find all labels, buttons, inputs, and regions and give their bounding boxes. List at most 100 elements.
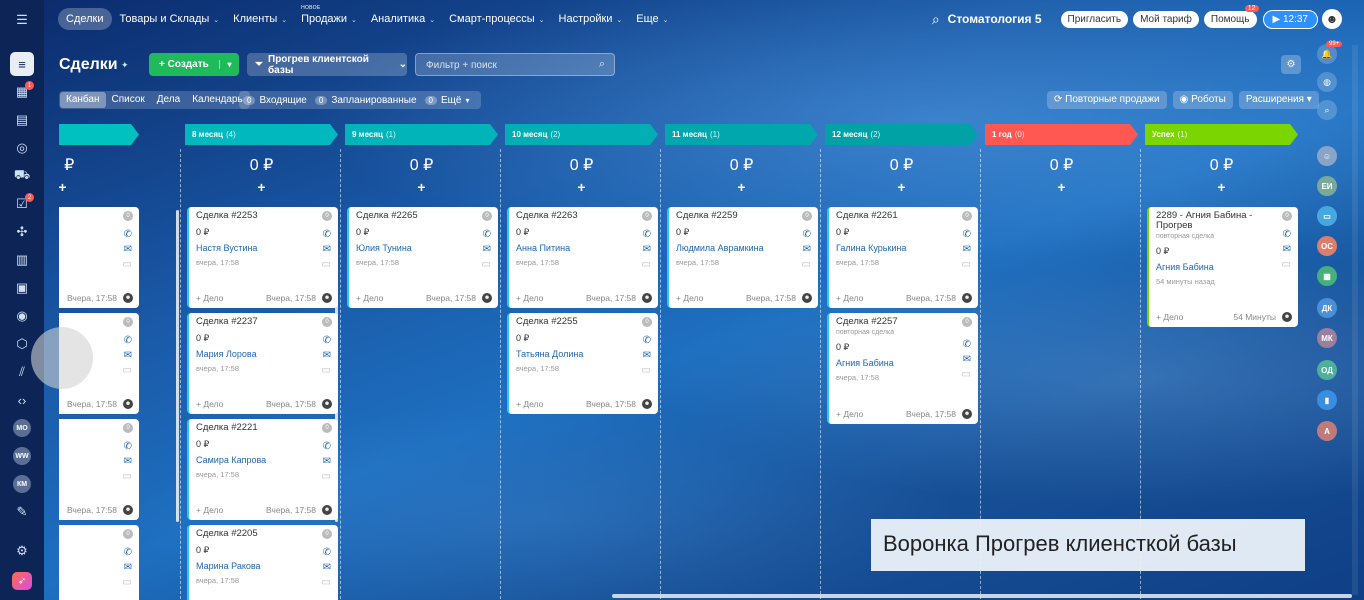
column-scrollbar[interactable]	[335, 210, 338, 522]
avatar[interactable]: ☺	[1317, 146, 1337, 166]
add-deal-button[interactable]: +	[59, 179, 139, 203]
counter-item[interactable]: 0 Ещё ▾	[424, 95, 469, 106]
chat-icon[interactable]: ▭	[322, 471, 331, 482]
column-scrollbar[interactable]	[176, 210, 179, 522]
deal-title[interactable]: Сделка #2259	[676, 211, 811, 221]
deal-card[interactable]: 0 2289 - Агния Бабина - Прогрев повторная …	[1147, 207, 1298, 327]
deal-title[interactable]: 2289 - Агния Бабина - Прогрев	[1156, 211, 1261, 231]
deal-card[interactable]: 0 Сделка #2221 0 ₽ Самира Капрова вчера, 17:…	[187, 419, 338, 520]
contact-link[interactable]: Типова	[59, 242, 132, 252]
deal-card[interactable]: 0 Сделка #2253 0 ₽ Настя Вустина вчера, 17:5…	[187, 207, 338, 308]
chat-icon[interactable]: ▭	[802, 259, 811, 270]
phone-icon[interactable]: ✆	[323, 229, 331, 240]
mail-icon[interactable]: ✉	[963, 244, 971, 255]
deal-card[interactable]: 0 Сделка #2265 0 ₽ Юлия Тунина вчера, 17:58 ✆…	[347, 207, 498, 308]
phone-icon[interactable]: ✆	[1283, 229, 1291, 240]
robot-icon[interactable]: ◉	[10, 304, 34, 328]
mail-icon[interactable]: ✉	[124, 244, 132, 255]
phone-icon[interactable]: ✆	[124, 547, 132, 558]
add-activity-link[interactable]: + Дело	[1156, 312, 1183, 322]
mail-icon[interactable]: ✉	[124, 456, 132, 467]
repeat-sales-button[interactable]: ⟳ Повторные продажи	[1047, 91, 1167, 109]
contact-link[interactable]: Анна Питина	[516, 243, 651, 253]
add-activity-link[interactable]: + Дело	[196, 505, 223, 515]
nav-item[interactable]: Сделки	[58, 8, 112, 30]
add-deal-button[interactable]: +	[1145, 179, 1298, 203]
add-deal-button[interactable]: +	[185, 179, 338, 203]
phone-icon[interactable]: ✆	[643, 335, 651, 346]
column-header[interactable]: 10 месяц (2)	[505, 124, 658, 145]
funnel-selector[interactable]: ⏷ Прогрев клиентской базы ⌄	[247, 53, 407, 76]
column-header[interactable]: (4)	[59, 124, 139, 145]
chevron-down-icon[interactable]: ▾	[219, 60, 239, 69]
avatar[interactable]: ДК	[1317, 298, 1337, 318]
add-activity-link[interactable]: + Дело	[836, 293, 863, 303]
chat-icon[interactable]: ▭	[642, 365, 651, 376]
avatar[interactable]: КМ	[13, 475, 31, 493]
chat-icon[interactable]: ▭	[642, 259, 651, 270]
robots-button[interactable]: ◉ Роботы	[1172, 91, 1233, 109]
column-header[interactable]: 8 месяц (4)	[185, 124, 338, 145]
deal-title[interactable]: а #2251	[59, 211, 132, 221]
chat-icon[interactable]: ▭	[1282, 259, 1291, 270]
settings-icon[interactable]: ⚙	[10, 539, 34, 563]
avatar[interactable]: МО	[13, 419, 31, 437]
deal-title[interactable]: Сделка #2221	[196, 423, 331, 433]
chat-icon[interactable]: ▭	[123, 365, 132, 376]
contact-link[interactable]: Мария Лорова	[196, 349, 331, 359]
market-icon[interactable]: ⫽	[10, 360, 34, 384]
add-deal-button[interactable]: +	[825, 179, 978, 203]
view-tab[interactable]: Список	[106, 92, 151, 108]
deal-title[interactable]: Сделка #2261	[836, 211, 971, 221]
mail-icon[interactable]: ✉	[323, 456, 331, 467]
contact-link[interactable]: в Тиртых	[59, 454, 132, 464]
view-tab[interactable]: Дела	[151, 92, 186, 108]
menu-icon[interactable]: ☰	[10, 8, 34, 32]
deal-card[interactable]: 0а #2251 Типова17:58✆✉▭лоВчера, 17:58☻	[59, 207, 139, 308]
chat-icon[interactable]: ▭	[962, 259, 971, 270]
bell-icon[interactable]: 🔔	[1317, 44, 1337, 64]
deal-card[interactable]: 0 Сделка #2257 повторная сделка 0 ₽ Агния Ба…	[827, 313, 978, 424]
tariff-button[interactable]: Мой тариф	[1133, 10, 1199, 28]
phone-icon[interactable]: ✆	[963, 229, 971, 240]
column-header[interactable]: 1 год (0)	[985, 124, 1138, 145]
settings-button[interactable]: ⚙	[1281, 55, 1301, 74]
nav-item[interactable]: Смарт-процессы ⌄	[443, 8, 550, 30]
avatar[interactable]: ОД	[1317, 360, 1337, 380]
bookmark-icon[interactable]: ▮	[1317, 390, 1337, 410]
deal-card[interactable]: 0 Сделка #2255 0 ₽ Татьяна Долина вчера, 17:…	[507, 313, 658, 414]
add-deal-button[interactable]: +	[985, 179, 1138, 203]
contact-link[interactable]: Людмила Аврамкина	[676, 243, 811, 253]
phone-icon[interactable]: ✆	[124, 441, 132, 452]
deal-card[interactable]: 0 Сделка #2259 0 ₽ Людмила Аврамкина вчера, …	[667, 207, 818, 308]
chat-icon[interactable]: ▭	[123, 471, 132, 482]
edit-icon[interactable]: ✎	[10, 500, 34, 524]
contact-link[interactable]: Агния Бабина	[1156, 262, 1291, 272]
phone-icon[interactable]: ✆	[323, 335, 331, 346]
nav-item[interactable]: Товары и Склады ⌄	[114, 8, 226, 30]
phone-icon[interactable]: ✆	[124, 335, 132, 346]
phone-icon[interactable]: ✆	[803, 229, 811, 240]
mail-icon[interactable]: ✉	[124, 562, 132, 573]
deal-title[interactable]: Сделка #2263	[516, 211, 651, 221]
code-icon[interactable]: ‹›	[10, 388, 34, 412]
deal-title[interactable]: Сделка #2265	[356, 211, 491, 221]
deal-card[interactable]: 0 Сделка #2263 0 ₽ Анна Питина вчера, 17:58 ✆…	[507, 207, 658, 308]
chat-icon[interactable]: ▭	[322, 577, 331, 588]
add-deal-button[interactable]: +	[505, 179, 658, 203]
contact-card-icon[interactable]: ▣	[10, 276, 34, 300]
add-activity-link[interactable]: + Дело	[676, 293, 703, 303]
mail-icon[interactable]: ✉	[803, 244, 811, 255]
add-activity-link[interactable]: + Дело	[356, 293, 383, 303]
contact-link[interactable]: Марина Ракова	[196, 561, 331, 571]
deal-title[interactable]: Сделка #2257	[836, 317, 971, 327]
add-activity-link[interactable]: + Дело	[516, 399, 543, 409]
mail-icon[interactable]: ✉	[1283, 244, 1291, 255]
chat-icon[interactable]: ▭	[962, 369, 971, 380]
contact-link[interactable]: Настя Вустина	[196, 243, 331, 253]
counter-item[interactable]: 0 Запланированные	[314, 95, 417, 106]
rocket-icon[interactable]: ➶	[12, 572, 32, 590]
extensions-button[interactable]: Расширения ▾	[1238, 91, 1319, 109]
avatar[interactable]: А	[1317, 421, 1337, 441]
nav-item[interactable]: Аналитика ⌄	[365, 8, 441, 30]
